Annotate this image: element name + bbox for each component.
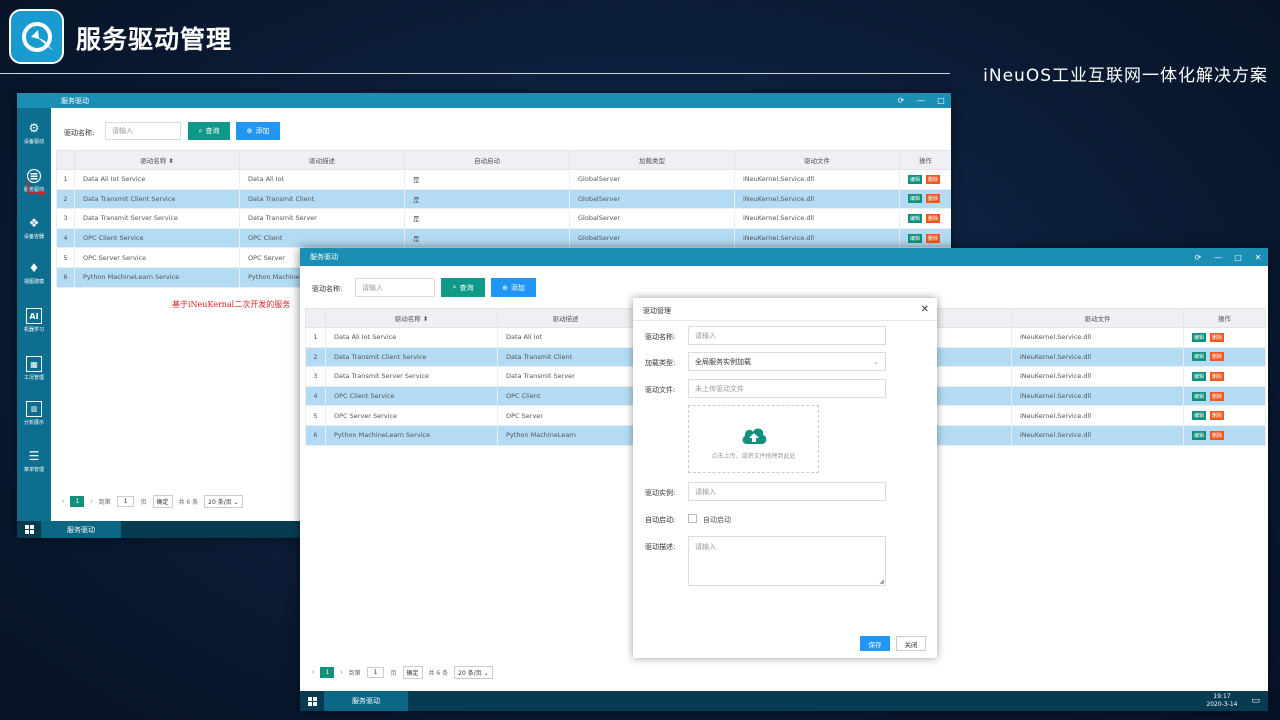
delete-button[interactable]: 删除 <box>1210 332 1225 342</box>
refresh-icon[interactable]: ⟳ <box>1188 253 1208 262</box>
autostart-checkbox[interactable] <box>688 514 697 523</box>
search-icon: ⌕ <box>452 283 457 291</box>
sort-icon[interactable]: ⬍ <box>423 315 428 323</box>
driver-management-dialog: 驱动管理 ✕ 驱动名称: 请输入 加载类型: 全局服务实例加载 ⌄ 驱动文件: … <box>633 298 937 658</box>
load-type-select[interactable]: 全局服务实例加载 ⌄ <box>688 352 886 371</box>
driver-name-label: 驱动名称: <box>645 333 676 341</box>
edit-button[interactable]: 编辑 <box>1192 371 1207 381</box>
total-count: 共 6 条 <box>428 670 449 677</box>
cloud-upload-icon <box>742 428 767 444</box>
front-window-titlebar: 服务驱动 ⟳ — □ ✕ <box>300 248 1268 266</box>
driver-desc-label: 驱动描述: <box>645 543 676 551</box>
delete-button[interactable]: 删除 <box>1210 430 1225 440</box>
add-button-label: 添加 <box>510 283 525 292</box>
driver-instance-input[interactable]: 请输入 <box>688 482 886 501</box>
window-title: 服务驱动 <box>310 253 338 261</box>
driver-file-input[interactable]: 未上传驱动文件 <box>688 379 886 398</box>
front-pager: ‹ 1 › 到第 1 页 确定 共 6 条 20 条/页 ⌄ <box>312 666 493 679</box>
close-icon[interactable]: ✕ <box>921 304 929 315</box>
front-taskbar: 服务驱动 19:17 2020-3-14 ▭ <box>300 691 1268 711</box>
page-current[interactable]: 1 <box>320 667 335 678</box>
header-driver-name[interactable]: 驱动名称 ⬍ <box>325 308 498 328</box>
prev-page-icon[interactable]: ‹ <box>312 669 314 676</box>
page-jump-input[interactable]: 1 <box>366 667 385 678</box>
driver-desc-textarea[interactable]: 请输入 ◢ <box>688 536 886 586</box>
minimize-icon[interactable]: — <box>1208 253 1228 262</box>
header-actions: 操作 <box>1183 308 1266 328</box>
close-icon[interactable]: ✕ <box>1248 253 1268 262</box>
edit-button[interactable]: 编辑 <box>1192 430 1207 440</box>
header-driver-file: 驱动文件 <box>1011 308 1184 328</box>
dialog-divider <box>633 320 937 321</box>
close-button[interactable]: 关闭 <box>896 636 926 651</box>
add-button[interactable]: ⊕ 添加 <box>491 278 536 297</box>
edit-button[interactable]: 编辑 <box>1192 391 1207 401</box>
driver-instance-label: 驱动实例: <box>645 489 676 497</box>
load-type-label: 加载类型: <box>645 359 676 367</box>
dialog-title: 驱动管理 <box>643 307 671 315</box>
page-confirm-button[interactable]: 确定 <box>402 666 423 679</box>
save-button[interactable]: 保存 <box>860 636 890 651</box>
next-page-icon[interactable]: › <box>340 669 342 676</box>
maximize-icon[interactable]: □ <box>1228 253 1248 262</box>
header-driver-desc: 驱动描述 <box>497 308 634 328</box>
edit-button[interactable]: 编辑 <box>1192 352 1207 362</box>
notification-icon[interactable]: ▭ <box>1251 696 1260 706</box>
delete-button[interactable]: 删除 <box>1210 371 1225 381</box>
search-input[interactable]: 请输入 <box>355 278 435 297</box>
autostart-checkbox-label: 自动启动 <box>703 516 731 524</box>
driver-name-input[interactable]: 请输入 <box>688 326 886 345</box>
search-label: 驱动名称: <box>312 285 343 293</box>
taskbar-app-button[interactable]: 服务驱动 <box>324 691 408 711</box>
page-size-select[interactable]: 20 条/页 ⌄ <box>454 666 493 679</box>
edit-button[interactable]: 编辑 <box>1192 411 1207 421</box>
taskbar-clock: 19:17 2020-3-14 <box>1206 693 1238 708</box>
arrow-head <box>40 190 46 196</box>
resize-handle-icon[interactable]: ◢ <box>879 578 884 585</box>
driver-file-label: 驱动文件: <box>645 386 676 394</box>
delete-button[interactable]: 删除 <box>1210 411 1225 421</box>
header-index <box>305 308 326 328</box>
file-upload-dropzone[interactable]: 点击上传，或将文件拖拽到此处 <box>688 405 819 473</box>
autostart-label: 自动启动: <box>645 516 676 524</box>
upload-hint: 点击上传，或将文件拖拽到此处 <box>711 453 796 460</box>
chevron-down-icon: ⌄ <box>873 357 879 366</box>
plus-circle-icon: ⊕ <box>502 283 508 292</box>
delete-button[interactable]: 删除 <box>1210 352 1225 362</box>
edit-button[interactable]: 编辑 <box>1192 332 1207 342</box>
query-button[interactable]: ⌕ 查询 <box>441 278 485 297</box>
delete-button[interactable]: 删除 <box>1210 391 1225 401</box>
query-button-label: 查询 <box>459 283 474 292</box>
windows-start-icon[interactable] <box>300 691 324 711</box>
